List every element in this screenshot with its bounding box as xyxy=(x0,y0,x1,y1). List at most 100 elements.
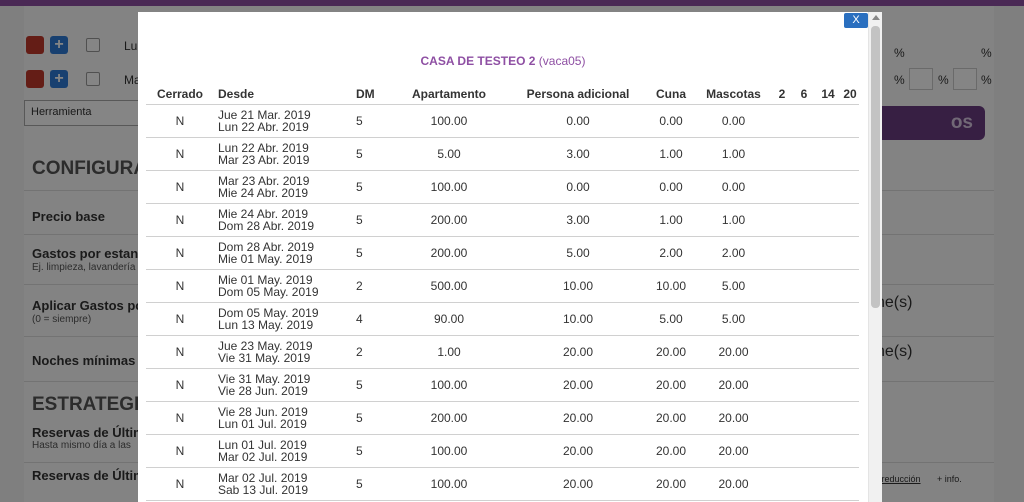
cell-cerrado: N xyxy=(146,203,214,237)
cell-desde: Lun 01 Jul. 2019 xyxy=(218,437,307,452)
column-header: DM xyxy=(356,84,388,105)
cell-empty xyxy=(815,104,841,138)
cell-cuna: 20.00 xyxy=(646,434,696,468)
cell-persona: 20.00 xyxy=(510,335,646,369)
cell-dates: Mie 24 Abr. 2019 Dom 28 Abr. 2019 xyxy=(214,203,356,237)
cell-persona: 10.00 xyxy=(510,269,646,303)
cell-apartamento: 100.00 xyxy=(388,434,510,468)
cell-cuna: 5.00 xyxy=(646,302,696,336)
cell-cuna: 20.00 xyxy=(646,335,696,369)
cell-cuna: 0.00 xyxy=(646,170,696,204)
column-header: Cuna xyxy=(646,84,696,105)
cell-cuna: 20.00 xyxy=(646,467,696,501)
cell-hasta: Vie 28 Jun. 2019 xyxy=(218,383,308,398)
cell-dates: Mar 23 Abr. 2019 Mie 24 Abr. 2019 xyxy=(214,170,356,204)
cell-empty xyxy=(793,236,815,270)
cell-empty xyxy=(841,302,859,336)
scroll-thumb[interactable] xyxy=(871,26,880,308)
cell-mascotas: 1.00 xyxy=(696,203,771,237)
close-button[interactable]: X xyxy=(844,13,868,28)
cell-empty xyxy=(841,170,859,204)
cell-mascotas: 5.00 xyxy=(696,302,771,336)
cell-dates: Dom 05 May. 2019 Lun 13 May. 2019 xyxy=(214,302,356,336)
cell-persona: 5.00 xyxy=(510,236,646,270)
cell-mascotas: 20.00 xyxy=(696,335,771,369)
cell-mascotas: 20.00 xyxy=(696,467,771,501)
cell-empty xyxy=(841,269,859,303)
cell-dm: 5 xyxy=(356,104,388,138)
table-row: N Mie 01 May. 2019 Dom 05 May. 2019 2 500.00… xyxy=(146,269,859,303)
cell-cuna: 1.00 xyxy=(646,203,696,237)
cell-dm: 4 xyxy=(356,302,388,336)
cell-empty xyxy=(841,137,859,171)
cell-hasta: Mie 01 May. 2019 xyxy=(218,251,313,266)
cell-persona: 10.00 xyxy=(510,302,646,336)
cell-persona: 20.00 xyxy=(510,467,646,501)
modal-scrollbar[interactable] xyxy=(868,12,882,502)
cell-desde: Vie 28 Jun. 2019 xyxy=(218,404,308,419)
cell-dm: 5 xyxy=(356,170,388,204)
cell-dates: Dom 28 Abr. 2019 Mie 01 May. 2019 xyxy=(214,236,356,270)
cell-empty xyxy=(793,368,815,402)
cell-persona: 0.00 xyxy=(510,170,646,204)
table-row: N Mar 23 Abr. 2019 Mie 24 Abr. 2019 5 100.00… xyxy=(146,170,859,204)
cell-apartamento: 200.00 xyxy=(388,401,510,435)
cell-empty xyxy=(793,434,815,468)
cell-dm: 5 xyxy=(356,467,388,501)
cell-empty xyxy=(815,467,841,501)
cell-empty xyxy=(771,335,793,369)
cell-desde: Mie 24 Abr. 2019 xyxy=(218,206,309,221)
cell-dates: Lun 22 Abr. 2019 Mar 23 Abr. 2019 xyxy=(214,137,356,171)
cell-hasta: Sab 13 Jul. 2019 xyxy=(218,482,309,497)
property-code: (vaca05) xyxy=(538,54,586,68)
table-row: N Jue 21 Mar. 2019 Lun 22 Abr. 2019 5 100.00… xyxy=(146,104,859,138)
cell-hasta: Mar 02 Jul. 2019 xyxy=(218,449,308,464)
cell-cerrado: N xyxy=(146,368,214,402)
cell-hasta: Lun 01 Jul. 2019 xyxy=(218,416,307,431)
cell-empty xyxy=(841,104,859,138)
cell-empty xyxy=(793,203,815,237)
cell-mascotas: 20.00 xyxy=(696,434,771,468)
cell-persona: 20.00 xyxy=(510,368,646,402)
cell-persona: 20.00 xyxy=(510,401,646,435)
modal-title: CASA DE TESTEO 2 (vaca05) xyxy=(138,54,868,68)
cell-dm: 2 xyxy=(356,269,388,303)
cell-hasta: Mie 24 Abr. 2019 xyxy=(218,185,309,200)
cell-hasta: Mar 23 Abr. 2019 xyxy=(218,152,310,167)
column-header: 6 xyxy=(793,84,815,105)
cell-empty xyxy=(771,104,793,138)
cell-cuna: 0.00 xyxy=(646,104,696,138)
cell-mascotas: 5.00 xyxy=(696,269,771,303)
cell-empty xyxy=(815,269,841,303)
cell-persona: 0.00 xyxy=(510,104,646,138)
cell-empty xyxy=(793,467,815,501)
cell-apartamento: 100.00 xyxy=(388,368,510,402)
cell-empty xyxy=(793,137,815,171)
cell-dates: Jue 23 May. 2019 Vie 31 May. 2019 xyxy=(214,335,356,369)
cell-cerrado: N xyxy=(146,401,214,435)
cell-desde: Lun 22 Abr. 2019 xyxy=(218,140,309,155)
cell-empty xyxy=(771,236,793,270)
column-header: Apartamento xyxy=(388,84,510,105)
cell-empty xyxy=(815,137,841,171)
cell-cerrado: N xyxy=(146,335,214,369)
column-header: Desde xyxy=(214,84,356,105)
cell-empty xyxy=(771,269,793,303)
column-header: 20 xyxy=(841,84,859,105)
rates-table: Cerrado Desde DM Apartamento Persona adi… xyxy=(146,84,859,501)
scroll-up-icon[interactable] xyxy=(872,15,880,20)
cell-desde: Mar 02 Jul. 2019 xyxy=(218,470,308,485)
cell-empty xyxy=(771,203,793,237)
cell-cerrado: N xyxy=(146,302,214,336)
cell-apartamento: 1.00 xyxy=(388,335,510,369)
cell-empty xyxy=(815,401,841,435)
cell-desde: Dom 05 May. 2019 xyxy=(218,305,319,320)
table-row: N Vie 31 May. 2019 Vie 28 Jun. 2019 5 100.00… xyxy=(146,368,859,402)
cell-dm: 5 xyxy=(356,236,388,270)
cell-hasta: Vie 31 May. 2019 xyxy=(218,350,311,365)
cell-empty xyxy=(793,170,815,204)
cell-empty xyxy=(815,302,841,336)
cell-empty xyxy=(841,401,859,435)
cell-mascotas: 20.00 xyxy=(696,368,771,402)
table-row: N Vie 28 Jun. 2019 Lun 01 Jul. 2019 5 200.00… xyxy=(146,401,859,435)
